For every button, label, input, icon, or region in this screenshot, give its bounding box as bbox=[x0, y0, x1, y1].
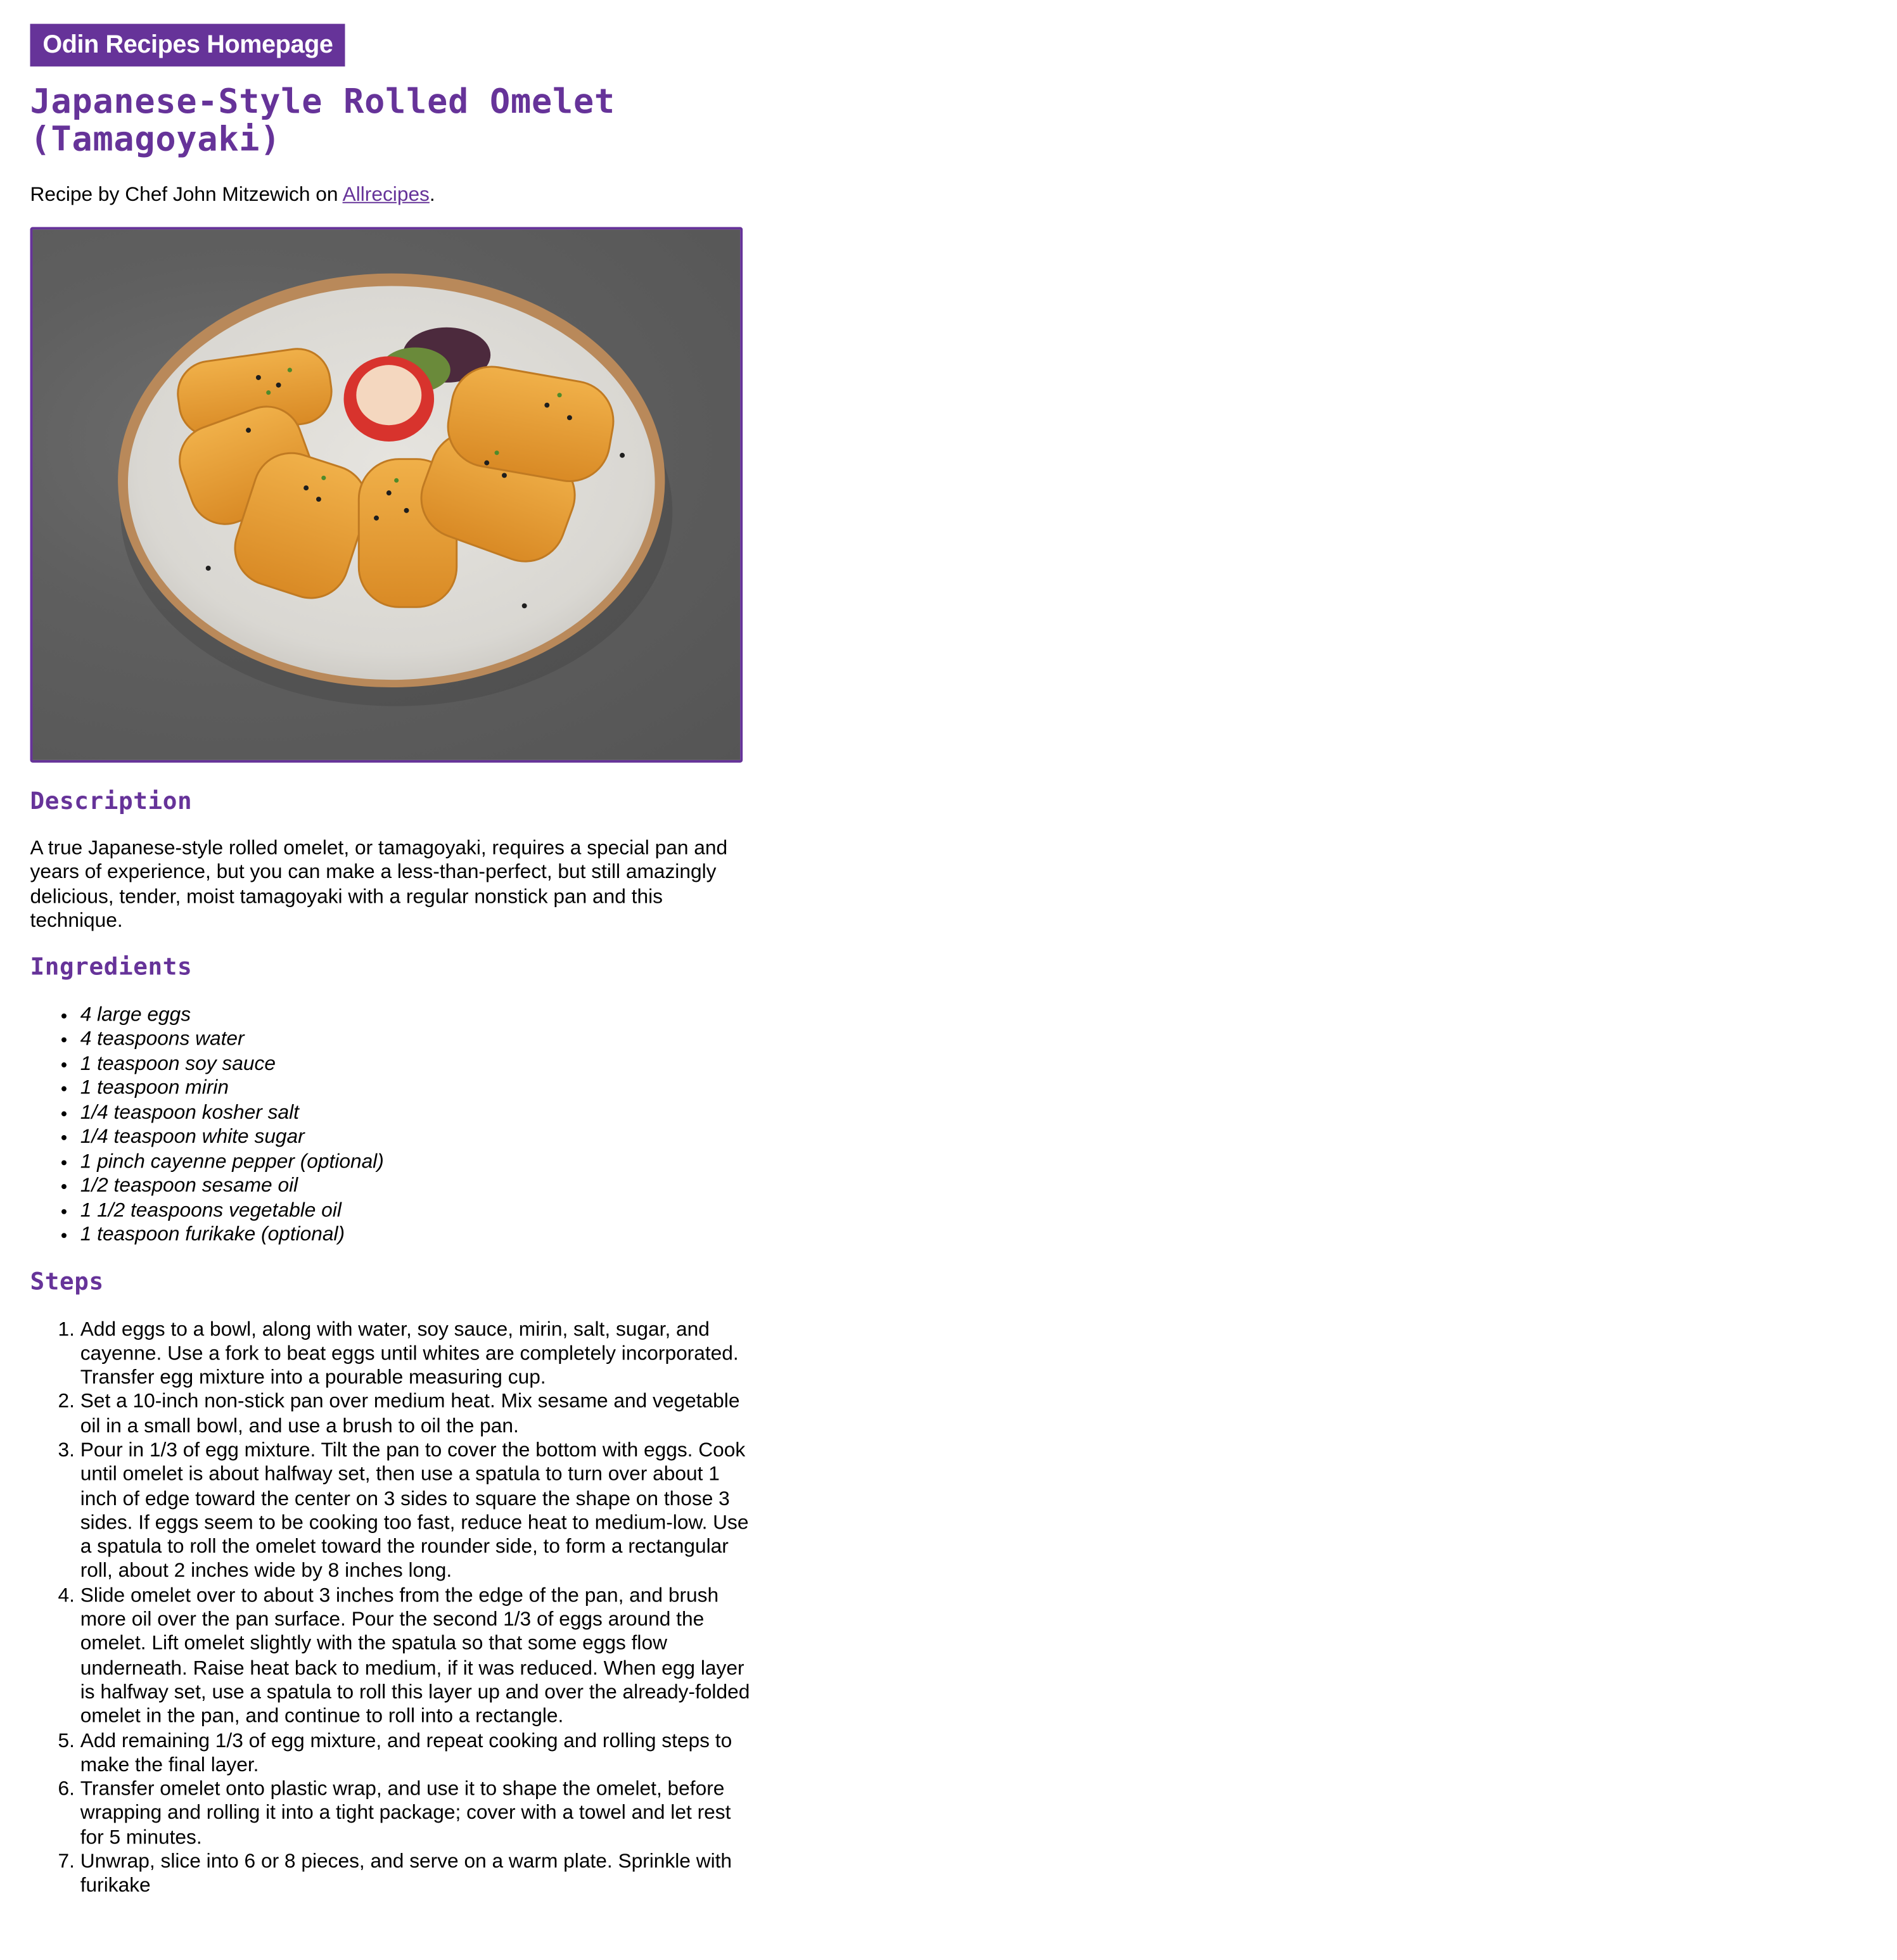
description-heading: Description bbox=[30, 787, 193, 815]
step-item: Unwrap, slice into 6 or 8 pieces, and se… bbox=[80, 1850, 758, 1899]
step-item: Slide omelet over to about 3 inches from… bbox=[80, 1584, 758, 1729]
step-item: Pour in 1/3 of egg mixture. Tilt the pan… bbox=[80, 1439, 758, 1584]
home-link[interactable]: Odin Recipes Homepage bbox=[30, 23, 346, 67]
ingredients-list: 4 large eggs 4 teaspoons water 1 teaspoo… bbox=[30, 1003, 746, 1247]
radish-garnish bbox=[343, 355, 435, 441]
ingredient-item: 1 pinch cayenne pepper (optional) bbox=[80, 1150, 745, 1174]
step-item: Transfer omelet onto plastic wrap, and u… bbox=[80, 1778, 758, 1850]
byline: Recipe by Chef John Mitzewich on Allreci… bbox=[30, 183, 746, 208]
description-text: A true Japanese-style rolled omelet, or … bbox=[30, 837, 728, 932]
recipe-image bbox=[30, 226, 743, 762]
step-item: Set a 10-inch non-stick pan over medium … bbox=[80, 1390, 758, 1439]
byline-suffix: . bbox=[429, 184, 435, 206]
step-item: Add eggs to a bowl, along with water, so… bbox=[80, 1318, 758, 1390]
step-item: Add remaining 1/3 of egg mixture, and re… bbox=[80, 1729, 758, 1778]
byline-prefix: Recipe by Chef John Mitzewich on bbox=[30, 184, 343, 206]
ingredient-item: 1 teaspoon furikake (optional) bbox=[80, 1223, 745, 1248]
recipe-content: Odin Recipes Homepage Japanese-Style Rol… bbox=[30, 23, 750, 1899]
steps-heading: Steps bbox=[30, 1267, 104, 1295]
ingredient-item: 1/4 teaspoon kosher salt bbox=[80, 1100, 745, 1125]
ingredient-item: 4 teaspoons water bbox=[80, 1028, 745, 1052]
recipe-title: Japanese-Style Rolled Omelet (Tamagoyaki… bbox=[30, 82, 615, 160]
tamagoyaki-photo-illustration bbox=[118, 272, 673, 706]
page: Odin Recipes Homepage Japanese-Style Rol… bbox=[0, 0, 1897, 1938]
ingredient-item: 1 teaspoon soy sauce bbox=[80, 1052, 745, 1076]
ingredient-item: 4 large eggs bbox=[80, 1003, 745, 1028]
ingredient-item: 1/2 teaspoon sesame oil bbox=[80, 1174, 745, 1199]
ingredient-item: 1 1/2 teaspoons vegetable oil bbox=[80, 1199, 745, 1223]
ingredient-item: 1/4 teaspoon white sugar bbox=[80, 1125, 745, 1150]
ingredients-heading: Ingredients bbox=[30, 952, 193, 981]
ingredient-item: 1 teaspoon mirin bbox=[80, 1076, 745, 1101]
source-link[interactable]: Allrecipes bbox=[343, 184, 430, 206]
steps-list: Add eggs to a bowl, along with water, so… bbox=[30, 1318, 758, 1899]
